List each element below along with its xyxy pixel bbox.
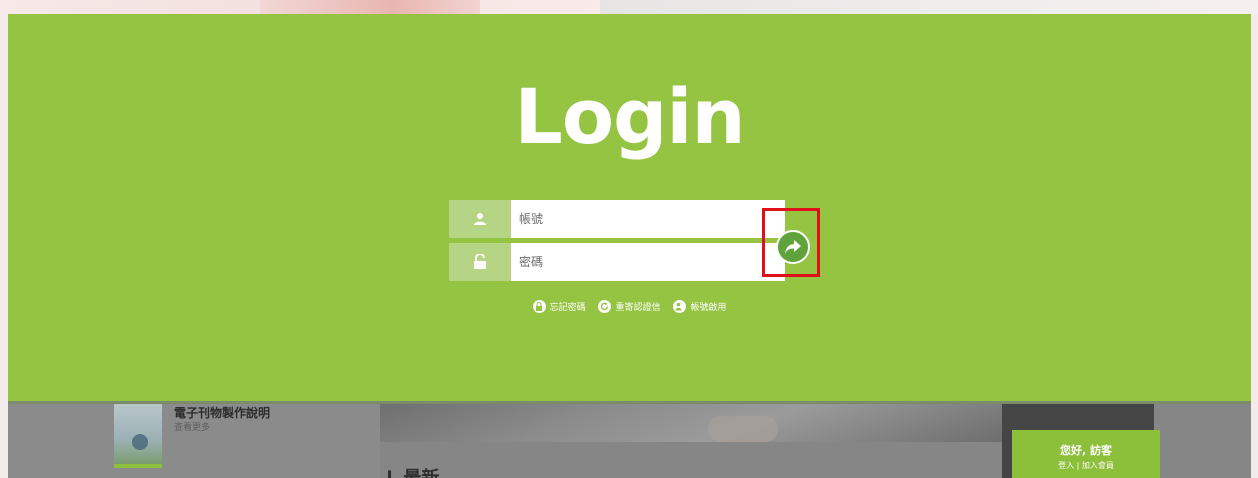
book-title: 電子刊物製作說明 — [174, 406, 271, 420]
book-subtitle: 查看更多 — [174, 423, 211, 433]
username-field[interactable] — [449, 200, 789, 238]
banner-photo-detail — [708, 416, 778, 442]
lock-icon — [532, 300, 546, 313]
account-activation-link[interactable]: 帳號啟用 — [673, 300, 726, 313]
resend-verification-link[interactable]: 重寄認證信 — [598, 300, 661, 313]
password-field[interactable] — [449, 243, 789, 281]
thumbnail-logo-icon — [132, 434, 148, 450]
refresh-icon — [598, 300, 612, 313]
login-register-links[interactable]: 登入 | 加入會員 — [1012, 460, 1160, 471]
underlying-page: 電子刊物製作說明 查看更多 ❙ 最新 您好, 訪客 登入 | 加入會員 — [8, 398, 1251, 478]
user-icon — [449, 200, 511, 238]
login-overlay: Login 忘記密碼 — [8, 14, 1251, 404]
background-decoration — [260, 0, 480, 14]
password-input[interactable] — [511, 243, 789, 281]
share-arrow-icon — [785, 240, 801, 254]
section-heading: ❙ 最新 — [382, 464, 439, 478]
login-submit-button[interactable] — [776, 230, 810, 264]
login-title: Login — [514, 72, 745, 161]
banner-photo — [380, 398, 1002, 442]
background-strip-right — [600, 0, 1258, 14]
forgot-password-link[interactable]: 忘記密碼 — [532, 300, 586, 313]
unlock-icon — [449, 243, 511, 281]
account-links: 忘記密碼 重寄認證信 帳號啟用 — [8, 300, 1251, 314]
username-input[interactable] — [511, 200, 789, 238]
user-panel: 您好, 訪客 登入 | 加入會員 — [1012, 430, 1160, 478]
user-greeting: 您好, 訪客 — [1059, 444, 1112, 457]
user-check-icon — [673, 300, 687, 313]
